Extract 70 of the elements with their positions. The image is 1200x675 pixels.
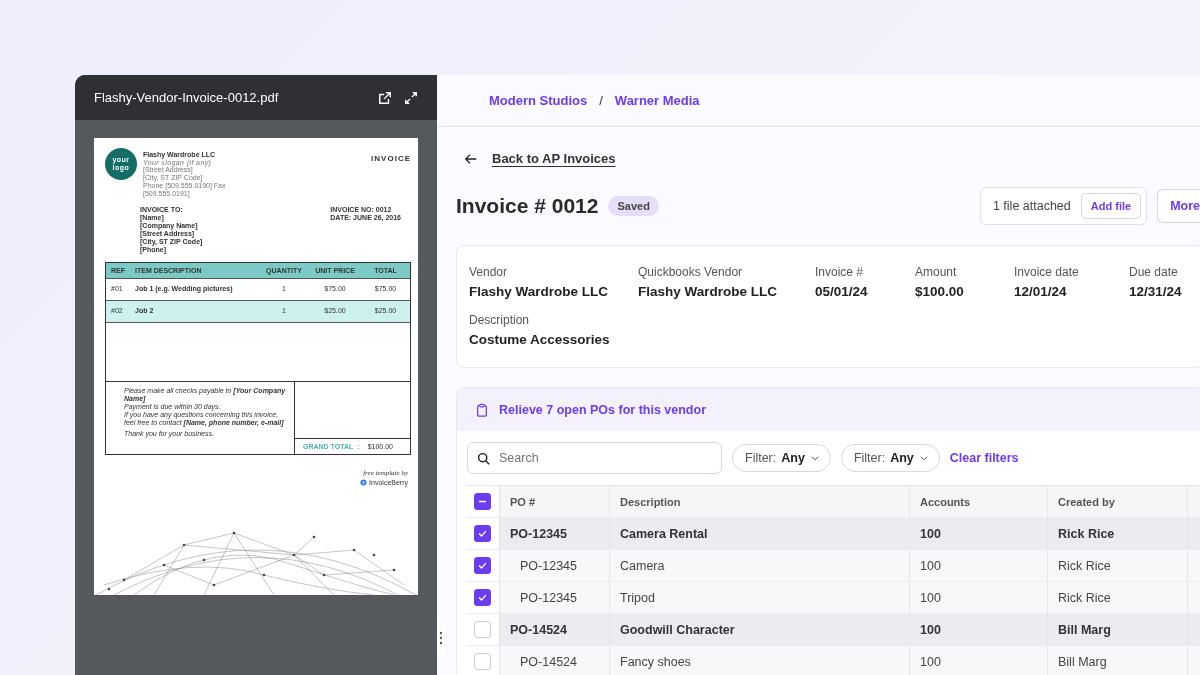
filter-dropdown[interactable]: Filter: Any xyxy=(840,444,940,472)
table-cell: 100 xyxy=(910,614,1048,646)
table-cell: PO-12345 xyxy=(500,550,610,582)
checkbox[interactable] xyxy=(474,525,491,542)
column-header: PO # xyxy=(500,486,610,518)
checkbox[interactable] xyxy=(474,493,491,510)
field-label: Due date xyxy=(1129,265,1179,279)
field-value: Flashy Wardrobe LLC xyxy=(469,284,609,299)
checkmark-icon xyxy=(477,560,488,571)
table-cell: Rick Rice xyxy=(1048,582,1188,614)
checkmark-icon xyxy=(477,592,488,603)
status-badge: Saved xyxy=(608,196,659,216)
field-value: 12/01/24 xyxy=(1014,284,1068,299)
table-cell: Camera Rental xyxy=(610,518,910,550)
field-label: Quickbooks Vendor xyxy=(638,265,744,279)
table-cell: Goodwill Character xyxy=(610,614,910,646)
field-label: Amount xyxy=(915,265,958,279)
table-cell: Camera xyxy=(610,550,910,582)
invoice-title: Invoice # 0012 xyxy=(456,194,599,218)
search-field[interactable]: Search xyxy=(467,442,722,474)
breadcrumb-separator: / xyxy=(599,93,603,108)
table-cell: Fancy shoes xyxy=(610,646,910,675)
chevron-down-icon xyxy=(809,453,820,463)
table-cell: 100 xyxy=(910,518,1048,550)
resize-handle[interactable] xyxy=(437,620,445,656)
table-cell: 100 xyxy=(910,646,1048,675)
attachment-count: 1 file attached xyxy=(992,199,1071,213)
filter-dropdown[interactable]: Filter: Any xyxy=(732,444,831,472)
field-value: $100.00 xyxy=(915,284,965,299)
field-label: Invoice date xyxy=(1014,265,1080,279)
field-label: Vendor xyxy=(469,265,509,279)
column-header: Created by xyxy=(1048,486,1188,518)
breadcrumb-link[interactable]: Modern Studios xyxy=(489,93,588,108)
table-cell: Bill Marg xyxy=(1048,646,1188,675)
invoice-heading: INVOICE xyxy=(371,153,411,165)
expand-icon[interactable] xyxy=(404,90,418,105)
table-cell: Rick Rice xyxy=(1048,550,1188,582)
relieve-pos-link[interactable]: Relieve 7 open POs for this vendor xyxy=(499,402,706,417)
back-link[interactable]: Back to AP Invoices xyxy=(492,151,616,166)
table-cell: PO-14524 xyxy=(500,614,610,646)
table-cell: 100 xyxy=(910,582,1048,614)
file-name: Flashy-Vendor-Invoice-0012.pdf xyxy=(94,90,280,105)
checkbox[interactable] xyxy=(474,589,491,606)
table-cell: PO-14524 xyxy=(500,646,610,675)
checkbox[interactable] xyxy=(474,557,491,574)
search-icon xyxy=(477,452,490,465)
checkmark-icon xyxy=(477,528,488,539)
field-label: Invoice # xyxy=(815,265,865,279)
external-link-icon[interactable] xyxy=(378,90,392,105)
column-header: Accounts xyxy=(910,486,1048,518)
field-value: 12/31/24 xyxy=(1129,284,1183,299)
more-button[interactable]: More xyxy=(1157,189,1200,223)
brand-logo-icon xyxy=(360,479,368,486)
column-header: Description xyxy=(610,486,910,518)
table-cell: Rick Rice xyxy=(1048,518,1188,550)
table-cell: PO-12345 xyxy=(500,582,610,614)
field-value: Costume Accessories xyxy=(469,332,611,347)
field-value: 05/01/24 xyxy=(815,284,869,299)
clear-filters-link[interactable]: Clear filters xyxy=(949,451,1019,465)
table-cell: 100 xyxy=(910,550,1048,582)
table-cell: Tripod xyxy=(610,582,910,614)
table-cell: Bill Marg xyxy=(1048,614,1188,646)
table-cell: PO-12345 xyxy=(500,518,610,550)
breadcrumb-link[interactable]: Warner Media xyxy=(614,93,700,108)
back-arrow-icon[interactable] xyxy=(464,151,478,166)
chevron-down-icon xyxy=(918,453,929,463)
field-value: Flashy Wardrobe LLC xyxy=(638,284,778,299)
add-file-button[interactable]: Add file xyxy=(1080,193,1142,219)
field-label: Description xyxy=(469,313,531,327)
clipboard-icon xyxy=(475,402,489,417)
